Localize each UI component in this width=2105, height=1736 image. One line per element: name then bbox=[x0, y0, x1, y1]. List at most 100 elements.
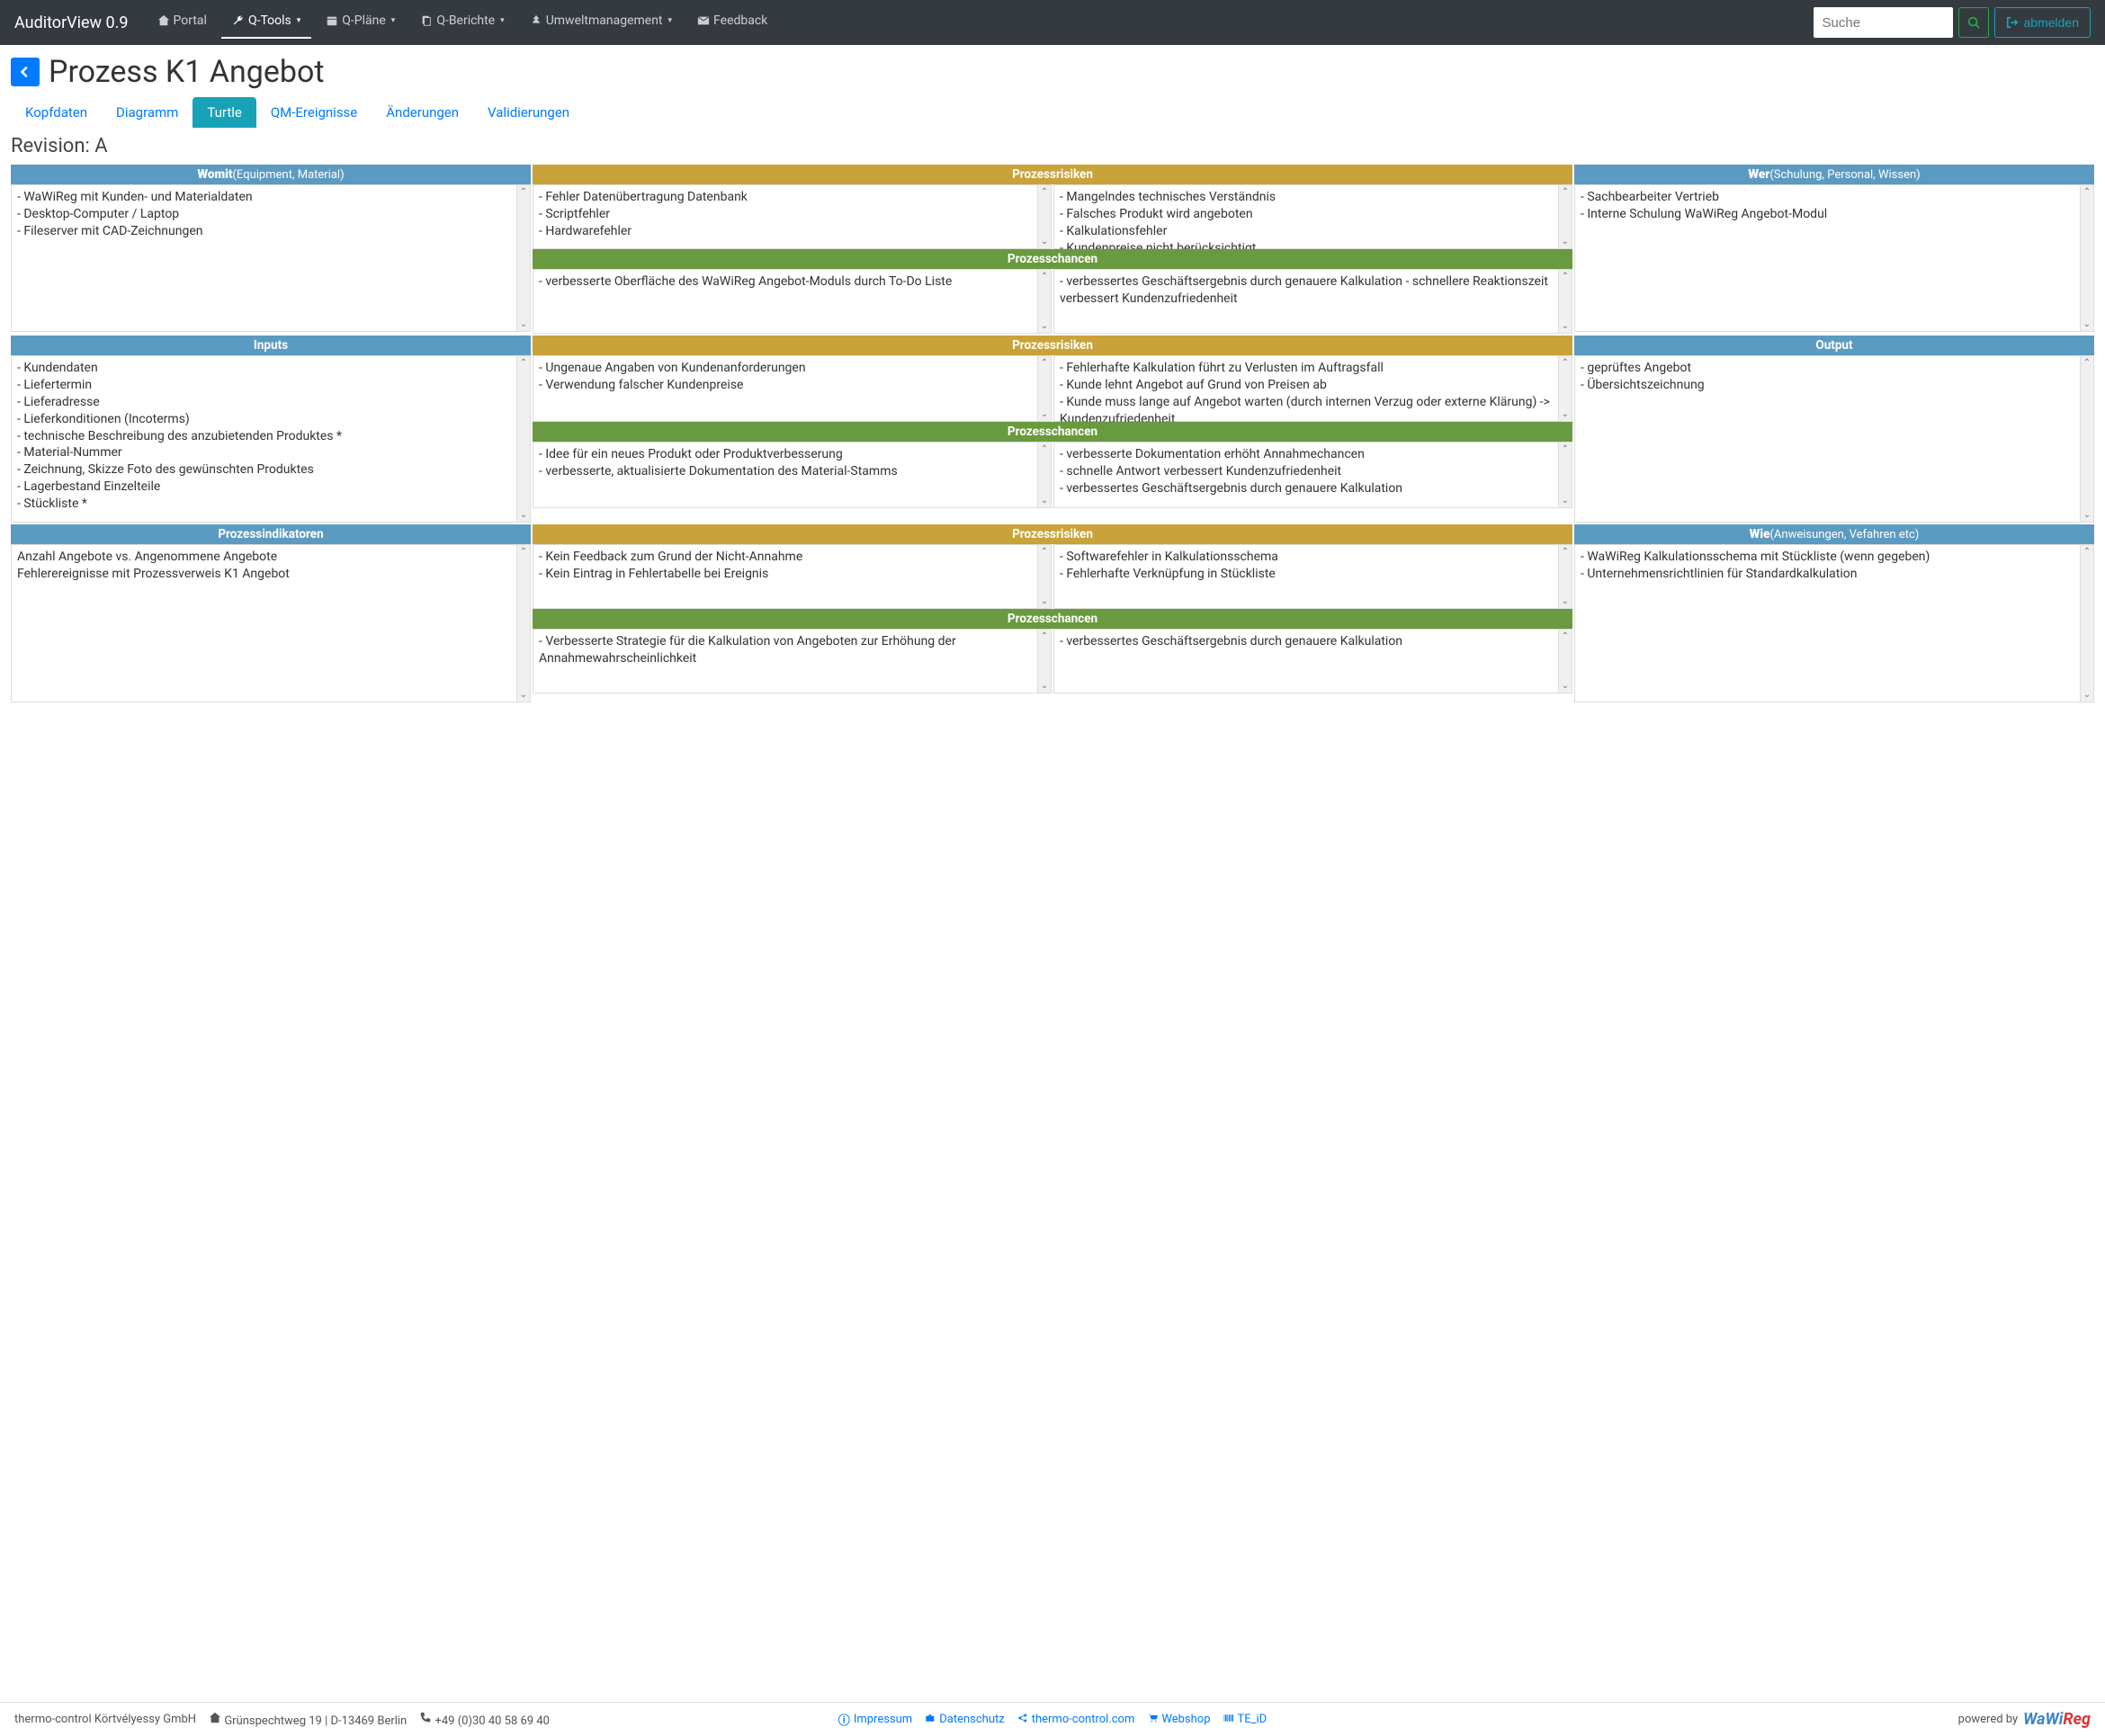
scroll-down-icon[interactable]: ⌄ bbox=[1562, 595, 1569, 608]
tab-qm-ereignisse[interactable]: QM-Ereignisse bbox=[256, 97, 372, 128]
footer-link-datenschutz[interactable]: Datenschutz bbox=[925, 1711, 1004, 1728]
chances-2-right[interactable]: - verbesserte Dokumentation erhöht Annah… bbox=[1053, 442, 1572, 508]
chances-1-right[interactable]: - verbessertes Geschäftsergebnis durch g… bbox=[1053, 269, 1572, 334]
tab-diagramm[interactable]: Diagramm bbox=[102, 97, 193, 128]
scrollbar[interactable]: ⌃⌄ bbox=[1558, 185, 1572, 248]
risks-1-left[interactable]: - Fehler Datenübertragung Datenbank - Sc… bbox=[533, 184, 1052, 249]
risks-2-left[interactable]: - Ungenaue Angaben von Kundenanforderung… bbox=[533, 355, 1052, 422]
scroll-up-icon[interactable]: ⌃ bbox=[1562, 443, 1569, 456]
scroll-up-icon[interactable]: ⌃ bbox=[1041, 270, 1048, 283]
scroll-up-icon[interactable]: ⌃ bbox=[2083, 185, 2091, 199]
scroll-down-icon[interactable]: ⌄ bbox=[2083, 688, 2091, 702]
nav-item-portal[interactable]: Portal bbox=[147, 6, 218, 39]
scroll-up-icon[interactable]: ⌃ bbox=[1041, 185, 1048, 199]
scrollbar[interactable]: ⌃⌄ bbox=[516, 545, 530, 702]
nav-item-q-berichte[interactable]: Q-Berichte▾ bbox=[409, 6, 515, 39]
scroll-up-icon[interactable]: ⌃ bbox=[2083, 356, 2091, 370]
nav-item-q-pläne[interactable]: Q-Pläne▾ bbox=[315, 6, 406, 39]
scrollbar[interactable]: ⌃⌄ bbox=[1037, 443, 1051, 507]
scrollbar[interactable]: ⌃⌄ bbox=[1558, 545, 1572, 608]
search-input[interactable] bbox=[1814, 7, 1953, 38]
nav-link-q-tools[interactable]: Q-Tools▾ bbox=[221, 6, 311, 39]
scroll-up-icon[interactable]: ⌃ bbox=[1041, 443, 1048, 456]
footer-link-te_id[interactable]: TE_iD bbox=[1223, 1711, 1267, 1728]
scroll-up-icon[interactable]: ⌃ bbox=[1562, 630, 1569, 643]
tab-änderungen[interactable]: Änderungen bbox=[372, 97, 473, 128]
scroll-up-icon[interactable]: ⌃ bbox=[520, 545, 527, 559]
nav-item-umweltmanagement[interactable]: Umweltmanagement▾ bbox=[519, 6, 683, 39]
scroll-down-icon[interactable]: ⌄ bbox=[2083, 318, 2091, 331]
nav-link-q-berichte[interactable]: Q-Berichte▾ bbox=[409, 6, 515, 35]
indikatoren-body[interactable]: Anzahl Angebote vs. Angenommene Angebote… bbox=[11, 544, 531, 702]
inputs-body[interactable]: - Kundendaten - Liefertermin - Lieferadr… bbox=[11, 355, 531, 523]
scroll-down-icon[interactable]: ⌄ bbox=[1041, 595, 1048, 608]
risks-1-right[interactable]: - Mangelndes technisches Verständnis - F… bbox=[1053, 184, 1572, 249]
scroll-down-icon[interactable]: ⌄ bbox=[1562, 407, 1569, 421]
scrollbar[interactable]: ⌃⌄ bbox=[1558, 443, 1572, 507]
nav-item-q-tools[interactable]: Q-Tools▾ bbox=[221, 6, 311, 39]
nav-item-feedback[interactable]: Feedback bbox=[686, 6, 778, 39]
scroll-up-icon[interactable]: ⌃ bbox=[1562, 356, 1569, 370]
scroll-down-icon[interactable]: ⌄ bbox=[520, 688, 527, 702]
logout-button[interactable]: abmelden bbox=[1994, 7, 2092, 38]
scroll-down-icon[interactable]: ⌄ bbox=[1562, 679, 1569, 693]
chances-3-left[interactable]: - Verbesserte Strategie für die Kalkulat… bbox=[533, 629, 1052, 694]
scroll-up-icon[interactable]: ⌃ bbox=[2083, 545, 2091, 559]
nav-link-feedback[interactable]: Feedback bbox=[686, 6, 778, 35]
wer-body[interactable]: - Sachbearbeiter Vertrieb - Interne Schu… bbox=[1574, 184, 2094, 332]
scrollbar[interactable]: ⌃⌄ bbox=[1558, 270, 1572, 333]
scroll-up-icon[interactable]: ⌃ bbox=[1041, 545, 1048, 559]
scrollbar[interactable]: ⌃⌄ bbox=[1037, 545, 1051, 608]
scrollbar[interactable]: ⌃⌄ bbox=[1558, 356, 1572, 421]
nav-link-q-pläne[interactable]: Q-Pläne▾ bbox=[315, 6, 406, 35]
scroll-down-icon[interactable]: ⌄ bbox=[520, 318, 527, 331]
scrollbar[interactable]: ⌃⌄ bbox=[2080, 545, 2093, 702]
chances-1-left[interactable]: - verbesserte Oberfläche des WaWiReg Ang… bbox=[533, 269, 1052, 334]
scrollbar[interactable]: ⌃⌄ bbox=[2080, 185, 2093, 331]
scrollbar[interactable]: ⌃⌄ bbox=[1037, 630, 1051, 693]
scrollbar[interactable]: ⌃⌄ bbox=[1037, 270, 1051, 333]
scroll-down-icon[interactable]: ⌄ bbox=[1562, 235, 1569, 248]
scrollbar[interactable]: ⌃⌄ bbox=[1037, 185, 1051, 248]
scroll-down-icon[interactable]: ⌄ bbox=[1562, 319, 1569, 333]
footer-link-impressum[interactable]: ⓘ Impressum bbox=[838, 1711, 912, 1728]
scroll-down-icon[interactable]: ⌄ bbox=[2083, 508, 2091, 522]
footer-link-webshop[interactable]: Webshop bbox=[1147, 1711, 1210, 1728]
scroll-up-icon[interactable]: ⌃ bbox=[520, 356, 527, 370]
footer-link-thermo-control.com[interactable]: thermo-control.com bbox=[1017, 1711, 1135, 1728]
scroll-up-icon[interactable]: ⌃ bbox=[1562, 185, 1569, 199]
scroll-down-icon[interactable]: ⌄ bbox=[1041, 235, 1048, 248]
scroll-down-icon[interactable]: ⌄ bbox=[1562, 494, 1569, 507]
nav-link-portal[interactable]: Portal bbox=[147, 6, 218, 35]
scroll-up-icon[interactable]: ⌃ bbox=[1041, 630, 1048, 643]
womit-body[interactable]: - WaWiReg mit Kunden- und Materialdaten … bbox=[11, 184, 531, 332]
scroll-up-icon[interactable]: ⌃ bbox=[520, 185, 527, 199]
tab-validierungen[interactable]: Validierungen bbox=[473, 97, 584, 128]
scroll-down-icon[interactable]: ⌄ bbox=[1041, 494, 1048, 507]
scroll-down-icon[interactable]: ⌄ bbox=[520, 508, 527, 522]
risks-2-right[interactable]: - Fehlerhafte Kalkulation führt zu Verlu… bbox=[1053, 355, 1572, 422]
navbar-brand[interactable]: AuditorView 0.9 bbox=[14, 13, 129, 32]
scrollbar[interactable]: ⌃⌄ bbox=[516, 185, 530, 331]
chances-3-right[interactable]: - verbessertes Geschäftsergebnis durch g… bbox=[1053, 629, 1572, 694]
nav-link-umweltmanagement[interactable]: Umweltmanagement▾ bbox=[519, 6, 683, 35]
scroll-up-icon[interactable]: ⌃ bbox=[1562, 545, 1569, 559]
wie-body[interactable]: - WaWiReg Kalkulationsschema mit Stückli… bbox=[1574, 544, 2094, 702]
back-button[interactable] bbox=[11, 58, 40, 86]
scrollbar[interactable]: ⌃⌄ bbox=[2080, 356, 2093, 522]
scroll-up-icon[interactable]: ⌃ bbox=[1041, 356, 1048, 370]
output-body[interactable]: - geprüftes Angebot - Übersichtszeichnun… bbox=[1574, 355, 2094, 523]
scroll-up-icon[interactable]: ⌃ bbox=[1562, 270, 1569, 283]
tab-kopfdaten[interactable]: Kopfdaten bbox=[11, 97, 102, 128]
risks-3-right[interactable]: - Softwarefehler in Kalkulationsschema -… bbox=[1053, 544, 1572, 609]
tab-turtle[interactable]: Turtle bbox=[193, 97, 255, 128]
scrollbar[interactable]: ⌃⌄ bbox=[1558, 630, 1572, 693]
risks-3-left[interactable]: - Kein Feedback zum Grund der Nicht-Anna… bbox=[533, 544, 1052, 609]
scrollbar[interactable]: ⌃⌄ bbox=[516, 356, 530, 522]
scroll-down-icon[interactable]: ⌄ bbox=[1041, 407, 1048, 421]
chances-2-left[interactable]: - Idee für ein neues Produkt oder Produk… bbox=[533, 442, 1052, 508]
search-button[interactable] bbox=[1958, 7, 1989, 38]
scroll-down-icon[interactable]: ⌄ bbox=[1041, 319, 1048, 333]
scroll-down-icon[interactable]: ⌄ bbox=[1041, 679, 1048, 693]
scrollbar[interactable]: ⌃⌄ bbox=[1037, 356, 1051, 421]
